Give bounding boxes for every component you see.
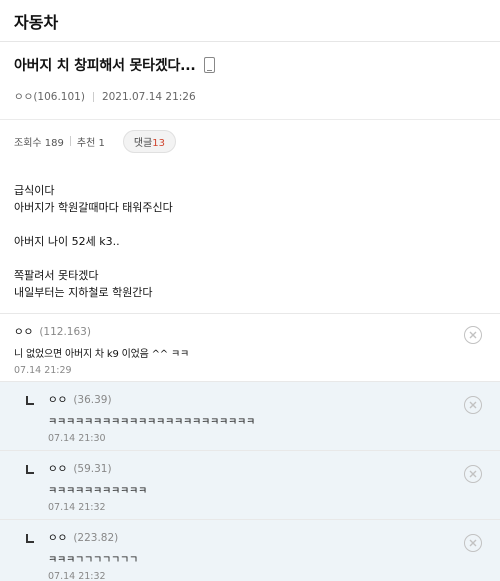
delete-comment-button[interactable]: [464, 326, 482, 344]
comment-date: 07.14 21:32: [48, 502, 106, 513]
comment-ip: (36.39): [73, 393, 112, 406]
post-header: 아버지 치 창피해서 못타겠다... ㅇㅇ(106.101) 2021.07.1…: [0, 42, 500, 120]
reply-comment: ㅇㅇ (36.39) ㅋㅋㅋㅋㅋㅋㅋㅋㅋㅋㅋㅋㅋㅋㅋㅋㅋㅋㅋㅋㅋㅋㅋ 07.14…: [0, 381, 500, 450]
comment-count-number: 13: [152, 137, 165, 149]
reply-comment: ㅇㅇ (59.31) ㅋㅋㅋㅋㅋㅋㅋㅋㅋㅋㅋ 07.14 21:32: [0, 450, 500, 519]
comment-count-button[interactable]: 댓글13: [122, 129, 176, 153]
post-author[interactable]: ㅇㅇ(106.101): [14, 89, 85, 104]
comment-text: ㅋㅋㅋㅋㅋㅋㅋㅋㅋㅋㅋㅋㅋㅋㅋㅋㅋㅋㅋㅋㅋㅋㅋ: [48, 417, 255, 428]
comment-text: ㅋㅋㅋㄱㄱㄱㄱㄱㄱㄱ: [48, 555, 138, 566]
post-body-line: 아버지가 학원갈때마다 태워주신다: [14, 201, 173, 214]
post-date: 2021.07.14 21:26: [101, 90, 196, 103]
comment-text: ㅋㅋㅋㅋㅋㅋㅋㅋㅋㅋㅋ: [48, 486, 147, 497]
comment-date: 07.14 21:30: [48, 433, 106, 444]
delete-comment-button[interactable]: [464, 465, 482, 483]
comment-date: 07.14 21:32: [48, 571, 106, 581]
comment-ip: (223.82): [73, 531, 119, 544]
post-title: 아버지 치 창피해서 못타겠다...: [14, 58, 196, 74]
mobile-icon: [203, 57, 215, 73]
comment-ip: (112.163): [39, 325, 91, 338]
reply-comment: ㅇㅇ (223.82) ㅋㅋㅋㄱㄱㄱㄱㄱㄱㄱ 07.14 21:32: [0, 519, 500, 581]
post-stats: 조회수 189 추천 1 댓글13: [0, 120, 500, 162]
reply-arrow-icon: [26, 396, 34, 405]
comment-list: ㅇㅇ (112.163) 니 없었으면 아버지 차 k9 이었음 ^^ ㅋㅋ 0…: [0, 313, 500, 581]
comment-header: ㅇㅇ (112.163): [14, 324, 486, 339]
board-header: 자동차: [0, 0, 500, 42]
comment-author[interactable]: ㅇㅇ: [48, 392, 67, 407]
post-body-line: 내일부터는 지하철로 학원간다: [14, 286, 153, 299]
comment-ip: (59.31): [73, 462, 112, 475]
post-title-row: 아버지 치 창피해서 못타겠다...: [14, 55, 486, 75]
comment-count-label: 댓글: [133, 137, 153, 149]
comment-author[interactable]: ㅇㅇ: [48, 530, 67, 545]
delete-comment-button[interactable]: [464, 396, 482, 414]
comment-header: ㅇㅇ (36.39): [48, 392, 486, 407]
post-meta: ㅇㅇ(106.101) 2021.07.14 21:26: [14, 89, 486, 104]
comment-author[interactable]: ㅇㅇ: [14, 324, 33, 339]
post-body-line: 아버지 나이 52세 k3..: [14, 235, 120, 248]
comment: ㅇㅇ (112.163) 니 없었으면 아버지 차 k9 이었음 ^^ ㅋㅋ 0…: [0, 313, 500, 381]
post-body-line: 쪽팔려서 못타겠다: [14, 269, 99, 282]
close-icon: [469, 331, 477, 339]
view-count: 조회수 189: [14, 137, 64, 149]
comment-header: ㅇㅇ (59.31): [48, 461, 486, 476]
close-icon: [469, 470, 477, 478]
delete-comment-button[interactable]: [464, 534, 482, 552]
comment-date: 07.14 21:29: [14, 365, 72, 376]
board-title[interactable]: 자동차: [14, 9, 58, 33]
post-body-line: [14, 216, 486, 233]
comment-header: ㅇㅇ (223.82): [48, 530, 486, 545]
meta-divider: [92, 91, 94, 102]
reply-arrow-icon: [26, 465, 34, 474]
comment-author[interactable]: ㅇㅇ: [48, 461, 67, 476]
post-body-line: 급식이다: [14, 184, 55, 197]
comment-text: 니 없었으면 아버지 차 k9 이었음 ^^ ㅋㅋ: [14, 349, 189, 360]
close-icon: [469, 539, 477, 547]
stat-divider: [69, 136, 71, 146]
post-body-line: [14, 250, 486, 267]
recommend-count: 추천 1: [76, 137, 105, 149]
close-icon: [469, 401, 477, 409]
reply-arrow-icon: [26, 534, 34, 543]
